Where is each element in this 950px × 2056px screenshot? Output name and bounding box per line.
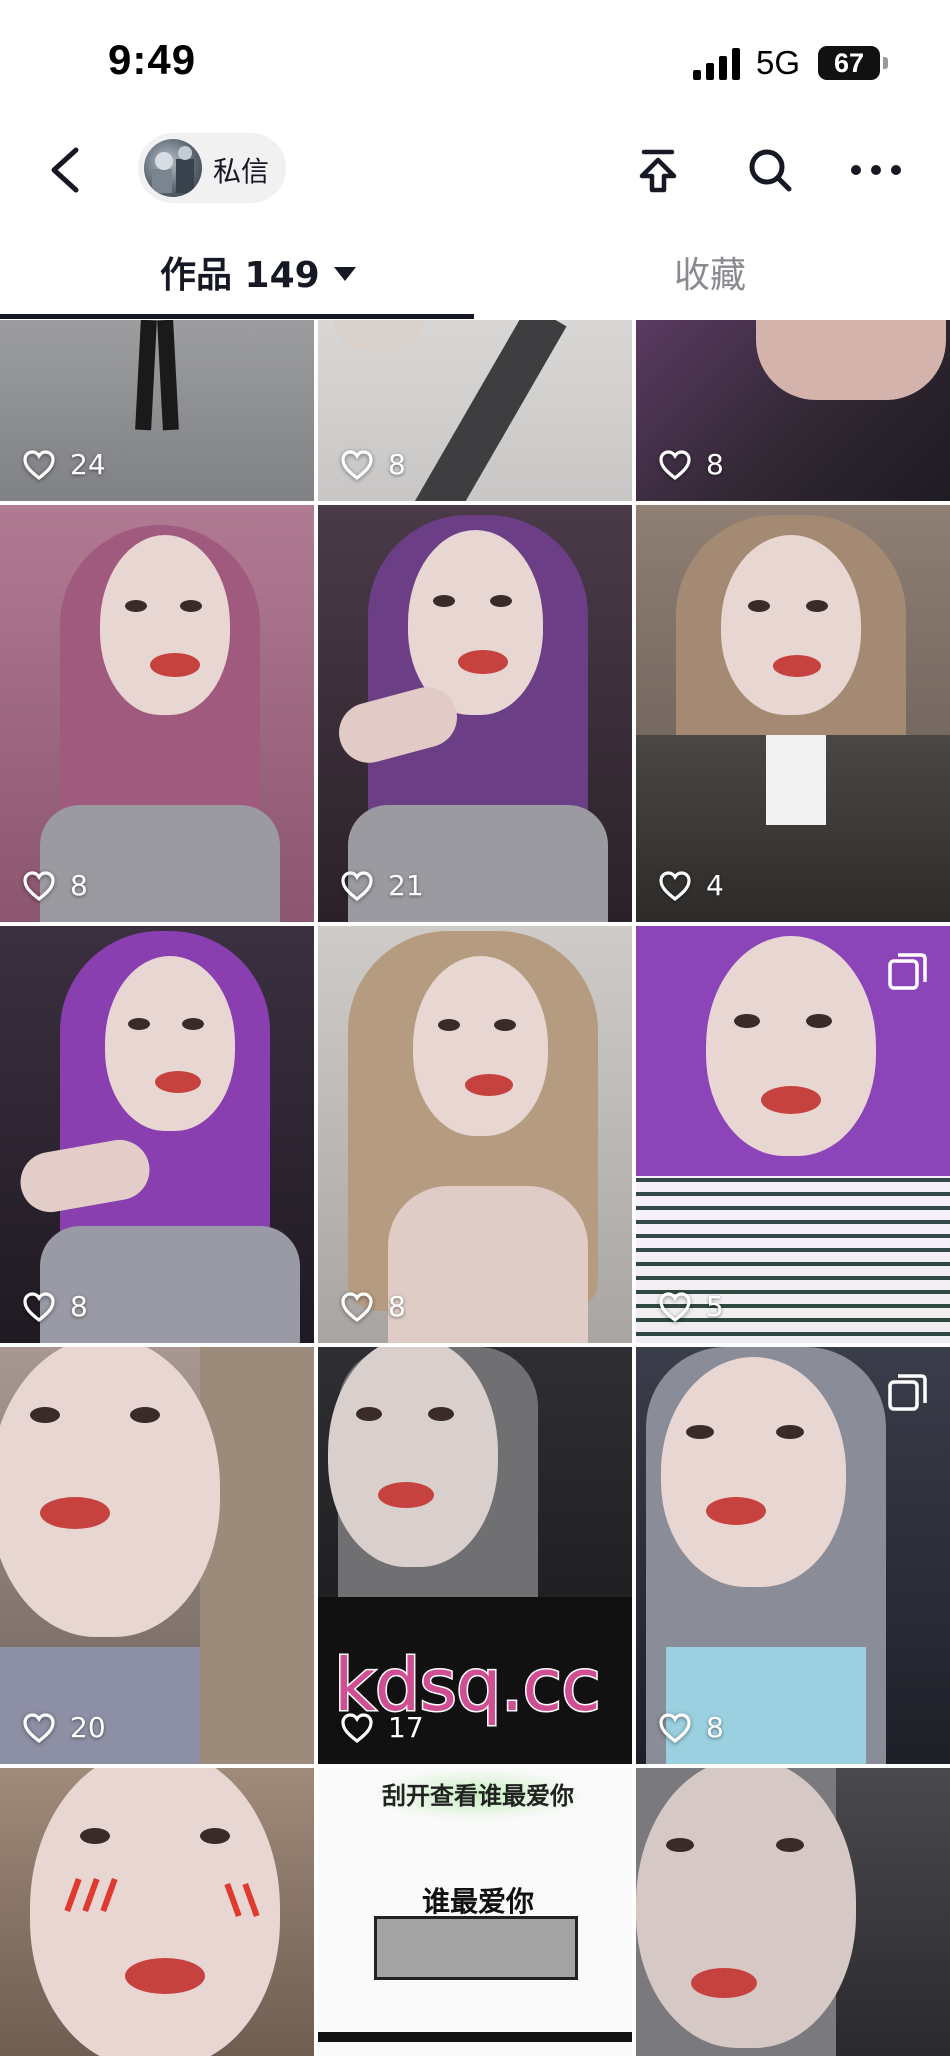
direct-message-button[interactable]: 私信: [138, 133, 286, 203]
tab-favorites[interactable]: 收藏: [674, 246, 746, 298]
video-tile[interactable]: 8: [0, 926, 314, 1343]
video-tile[interactable]: 20: [0, 1347, 314, 1764]
like-count: 8: [658, 1711, 724, 1744]
back-icon[interactable]: [40, 140, 90, 200]
heart-icon: [23, 1712, 55, 1743]
heart-icon: [659, 1712, 691, 1743]
video-tile[interactable]: 24: [0, 320, 314, 501]
direct-message-label: 私信: [213, 155, 270, 188]
watermark: kdsq.cc: [333, 1642, 603, 1729]
scratch-box: [374, 1916, 578, 1980]
battery-icon: 67: [818, 46, 888, 80]
video-tile[interactable]: [636, 1768, 950, 2056]
heart-icon: [659, 449, 691, 480]
heart-icon: [341, 449, 373, 480]
signal-icon: [693, 48, 740, 80]
like-count: 8: [340, 448, 406, 481]
video-tile[interactable]: 8: [318, 320, 632, 501]
multi-image-icon: [888, 953, 927, 990]
top-nav: 私信: [0, 120, 950, 220]
network-type: 5G: [756, 44, 801, 81]
like-count: 8: [22, 1290, 88, 1323]
like-count: 4: [658, 869, 724, 902]
like-count: 5: [658, 1290, 724, 1323]
status-time: 9:49: [108, 36, 197, 83]
heart-icon: [23, 449, 55, 480]
multi-image-icon: [888, 1374, 927, 1411]
video-tile[interactable]: [0, 1768, 314, 2056]
heart-icon: [659, 1291, 691, 1322]
profile-tabs: 作品 149 收藏: [0, 226, 950, 320]
video-tile[interactable]: 21: [318, 505, 632, 922]
video-tile[interactable]: 8: [318, 926, 632, 1343]
search-icon[interactable]: [742, 142, 798, 198]
status-bar: 9:49 5G 67: [0, 0, 950, 120]
video-tile[interactable]: 8: [636, 320, 950, 501]
heart-icon: [23, 1291, 55, 1322]
pin-top-icon[interactable]: [630, 142, 686, 198]
heart-icon: [659, 870, 691, 901]
heart-icon: [23, 870, 55, 901]
video-tile[interactable]: 4: [636, 505, 950, 922]
video-tile[interactable]: 8: [636, 1347, 950, 1764]
heart-icon: [341, 1291, 373, 1322]
quiz-title: 刮开查看谁最爱你: [382, 1782, 574, 1810]
heart-icon: [341, 870, 373, 901]
like-count: 8: [340, 1290, 406, 1323]
more-icon[interactable]: [848, 142, 904, 198]
tab-works-label: 作品 149: [160, 255, 320, 296]
video-tile[interactable]: 5: [636, 926, 950, 1343]
video-tile[interactable]: 8: [0, 505, 314, 922]
tab-indicator: [0, 314, 474, 319]
video-grid: 24 8 8 8 21 4 8 8 5 20 17 8 刮开查看谁最爱你 谁最爱…: [0, 320, 950, 2056]
like-count: 21: [340, 869, 424, 902]
like-count: 20: [22, 1711, 106, 1744]
like-count: 24: [22, 448, 106, 481]
video-tile[interactable]: 刮开查看谁最爱你 谁最爱你: [318, 1768, 632, 2056]
battery-level: 67: [833, 47, 865, 78]
like-count: 8: [22, 869, 88, 902]
chevron-down-icon[interactable]: [333, 267, 356, 281]
quiz-subtitle: 谁最爱你: [421, 1885, 534, 1918]
like-count: 8: [658, 448, 724, 481]
tab-works[interactable]: 作品 149: [160, 246, 356, 298]
avatar: [144, 139, 202, 197]
